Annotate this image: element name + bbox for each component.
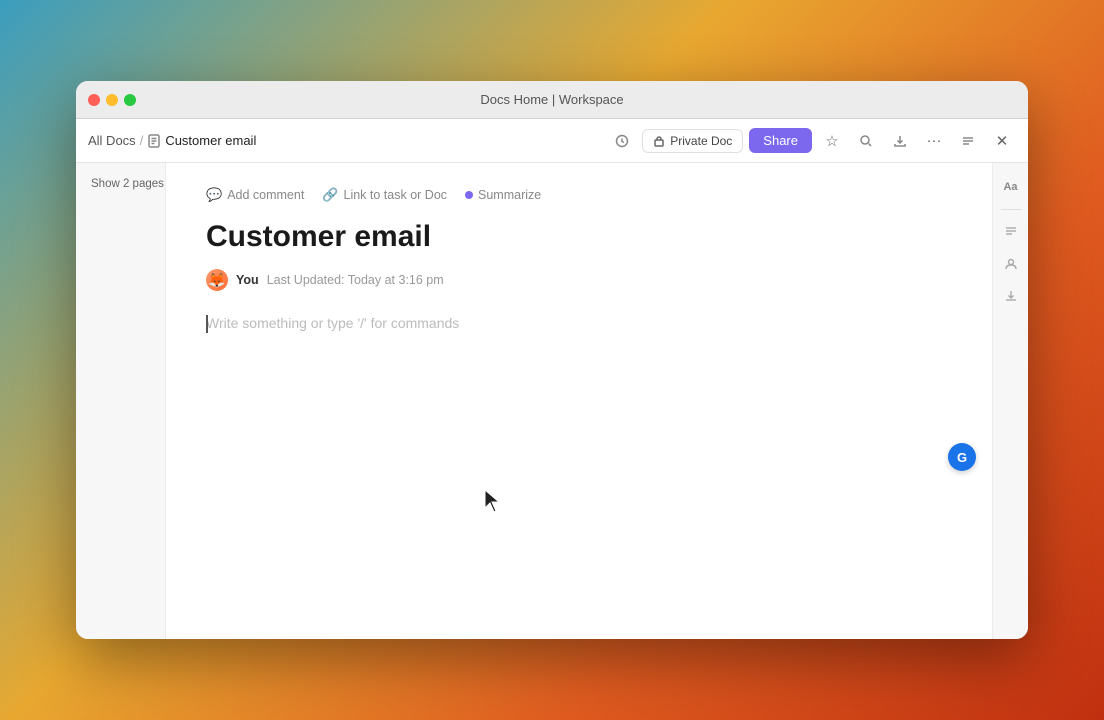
right-sidebar-divider — [1001, 209, 1021, 210]
close-button[interactable] — [88, 94, 100, 106]
action-bar: 💬 Add comment 🔗 Link to task or Doc Summ… — [206, 187, 952, 203]
summarize-action[interactable]: Summarize — [465, 188, 541, 202]
document-title: Customer email — [206, 219, 952, 255]
doc-icon — [147, 134, 161, 148]
download-sidebar-icon[interactable] — [997, 282, 1025, 310]
lock-icon — [653, 135, 665, 147]
comment-icon: 💬 — [206, 187, 222, 203]
titlebar: Docs Home | Workspace — [76, 81, 1028, 119]
summarize-dot-icon — [465, 191, 473, 199]
maximize-button[interactable] — [124, 94, 136, 106]
g-floating-button[interactable]: G — [948, 443, 976, 471]
last-updated-label: Last Updated: Today at 3:16 pm — [267, 273, 444, 287]
traffic-lights — [88, 94, 136, 106]
font-size-icon[interactable]: Aa — [997, 173, 1025, 201]
breadcrumb: All Docs / Customer email — [88, 133, 600, 148]
text-cursor — [206, 315, 208, 333]
star-toolbar-button[interactable]: ☆ — [818, 127, 846, 155]
breadcrumb-separator: / — [140, 133, 144, 148]
app-window: Docs Home | Workspace All Docs / Custome… — [76, 81, 1028, 639]
search-toolbar-button[interactable] — [852, 127, 880, 155]
content-area[interactable]: 💬 Add comment 🔗 Link to task or Doc Summ… — [166, 163, 992, 639]
author-row: 🦊 You Last Updated: Today at 3:16 pm — [206, 269, 952, 291]
breadcrumb-current: Customer email — [147, 133, 256, 148]
minimize-button[interactable] — [106, 94, 118, 106]
author-name: You — [236, 273, 259, 287]
link-icon: 🔗 — [322, 187, 338, 203]
add-comment-action[interactable]: 💬 Add comment — [206, 187, 304, 203]
author-avatar: 🦊 — [206, 269, 228, 291]
main-layout: Show 2 pages 💬 Add comment 🔗 Link to tas… — [76, 163, 1028, 639]
share-button[interactable]: Share — [749, 128, 812, 153]
right-sidebar: Aa — [992, 163, 1028, 639]
left-sidebar: Show 2 pages — [76, 163, 166, 639]
editor-area[interactable]: Write something or type '/' for commands — [206, 315, 952, 333]
collapse-button[interactable] — [954, 127, 982, 155]
close-doc-button[interactable]: ✕ — [988, 127, 1016, 155]
private-doc-button[interactable]: Private Doc — [642, 129, 743, 153]
toolbar: All Docs / Customer email — [76, 119, 1028, 163]
link-to-task-action[interactable]: 🔗 Link to task or Doc — [322, 187, 447, 203]
editor-placeholder: Write something or type '/' for commands — [206, 315, 459, 331]
export-toolbar-button[interactable] — [886, 127, 914, 155]
toc-icon[interactable] — [997, 218, 1025, 246]
more-options-button[interactable]: ··· — [920, 127, 948, 155]
toolbar-extra-icon[interactable] — [608, 127, 636, 155]
breadcrumb-parent[interactable]: All Docs — [88, 133, 136, 148]
contributors-icon[interactable] — [997, 250, 1025, 278]
window-title: Docs Home | Workspace — [480, 92, 623, 107]
show-pages-button[interactable]: Show 2 pages — [86, 177, 155, 190]
toolbar-right: Private Doc Share ☆ ··· ✕ — [608, 127, 1016, 155]
